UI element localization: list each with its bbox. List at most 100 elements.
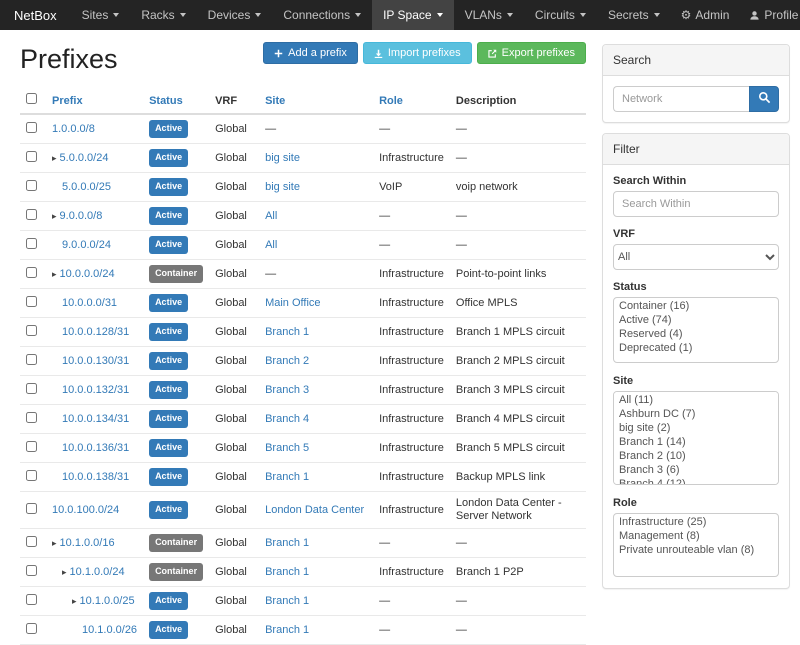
search-button[interactable]	[749, 86, 779, 112]
prefix-link[interactable]: 9.0.0.0/24	[62, 239, 111, 251]
select-all-checkbox[interactable]	[26, 93, 37, 104]
navbar-right: ⚙ Admin Profile Log out	[671, 0, 800, 30]
prefix-link[interactable]: 10.1.0.0/25	[80, 595, 135, 607]
site-link[interactable]: All	[265, 210, 277, 222]
site-link[interactable]: Branch 5	[265, 442, 309, 454]
site-link[interactable]: big site	[265, 181, 300, 193]
prefix-link[interactable]: 10.0.0.132/31	[62, 384, 129, 396]
filter-option[interactable]: Branch 3 (6)	[615, 463, 777, 477]
role-cell: Infrastructure	[373, 376, 450, 405]
row-checkbox[interactable]	[26, 325, 37, 336]
site-link[interactable]: Branch 2	[265, 355, 309, 367]
prefix-link[interactable]: 10.0.100.0/24	[52, 504, 119, 516]
column-header-site[interactable]: Site	[259, 87, 373, 114]
search-within-input[interactable]	[613, 191, 779, 217]
search-input[interactable]	[613, 86, 749, 112]
column-header-prefix[interactable]: Prefix	[46, 87, 143, 114]
site-link[interactable]: All	[265, 239, 277, 251]
column-header-status[interactable]: Status	[143, 87, 209, 114]
nav-item-connections[interactable]: Connections	[272, 0, 372, 30]
filter-option[interactable]: All (11)	[615, 393, 777, 407]
nav-item-vlans[interactable]: VLANs	[454, 0, 524, 30]
site-link[interactable]: Branch 1	[265, 326, 309, 338]
row-checkbox[interactable]	[26, 383, 37, 394]
site-link[interactable]: Branch 1	[265, 471, 309, 483]
prefix-link[interactable]: 5.0.0.0/24	[60, 152, 109, 164]
prefix-link[interactable]: 10.0.0.136/31	[62, 442, 129, 454]
row-checkbox[interactable]	[26, 441, 37, 452]
nav-item-admin[interactable]: ⚙ Admin	[671, 0, 740, 30]
site-link[interactable]: Branch 1	[265, 537, 309, 549]
prefix-link[interactable]: 5.0.0.0/25	[62, 181, 111, 193]
prefix-link[interactable]: 10.1.0.0/24	[70, 566, 125, 578]
prefix-link[interactable]: 1.0.0.0/8	[52, 123, 95, 135]
prefix-link[interactable]: 10.0.0.138/31	[62, 471, 129, 483]
filter-option[interactable]: Ashburn DC (7)	[615, 407, 777, 421]
nav-item-racks[interactable]: Racks	[130, 0, 196, 30]
filter-option[interactable]: Management (8)	[615, 529, 777, 543]
row-checkbox[interactable]	[26, 354, 37, 365]
site-link[interactable]: big site	[265, 152, 300, 164]
status-filter-select[interactable]: Container (16)Active (74)Reserved (4)Dep…	[613, 297, 779, 363]
filter-option[interactable]: Reserved (4)	[615, 327, 777, 341]
prefix-link[interactable]: 10.0.0.128/31	[62, 326, 129, 338]
row-checkbox[interactable]	[26, 412, 37, 423]
role-filter-select[interactable]: Infrastructure (25)Management (8)Private…	[613, 513, 779, 577]
prefix-link[interactable]: 10.1.0.0/26	[82, 624, 137, 636]
row-checkbox[interactable]	[26, 267, 37, 278]
row-checkbox[interactable]	[26, 594, 37, 605]
download-icon	[374, 49, 383, 58]
row-checkbox[interactable]	[26, 296, 37, 307]
vrf-filter-select[interactable]: All	[613, 244, 779, 270]
export-prefixes-button[interactable]: Export prefixes	[477, 42, 586, 64]
site-link[interactable]: Main Office	[265, 297, 320, 309]
nav-item-profile[interactable]: Profile	[739, 0, 800, 30]
status-filter-label: Status	[613, 281, 779, 293]
filter-option[interactable]: Infrastructure (25)	[615, 515, 777, 529]
nav-item-devices[interactable]: Devices	[197, 0, 273, 30]
nav-item-circuits[interactable]: Circuits	[524, 0, 597, 30]
filter-option[interactable]: Branch 2 (10)	[615, 449, 777, 463]
row-checkbox[interactable]	[26, 180, 37, 191]
filter-option[interactable]: Container (16)	[615, 299, 777, 313]
row-checkbox[interactable]	[26, 470, 37, 481]
site-link[interactable]: Branch 1	[265, 624, 309, 636]
row-checkbox[interactable]	[26, 238, 37, 249]
row-checkbox[interactable]	[26, 536, 37, 547]
import-prefixes-button[interactable]: Import prefixes	[363, 42, 472, 64]
nav-item-ip-space[interactable]: IP Space	[372, 0, 453, 30]
row-checkbox[interactable]	[26, 565, 37, 576]
filter-option[interactable]: Active (74)	[615, 313, 777, 327]
column-header-role[interactable]: Role	[373, 87, 450, 114]
site-link[interactable]: Branch 1	[265, 595, 309, 607]
prefix-link[interactable]: 10.0.0.0/24	[60, 268, 115, 280]
site-link[interactable]: Branch 3	[265, 384, 309, 396]
site-link[interactable]: Branch 4	[265, 413, 309, 425]
site-filter-select[interactable]: All (11)Ashburn DC (7)big site (2)Branch…	[613, 391, 779, 485]
filter-option[interactable]: Branch 1 (14)	[615, 435, 777, 449]
row-checkbox[interactable]	[26, 503, 37, 514]
site-link[interactable]: Branch 1	[265, 566, 309, 578]
nav-item-secrets[interactable]: Secrets	[597, 0, 671, 30]
filter-option[interactable]: big site (2)	[615, 421, 777, 435]
filter-option[interactable]: Deprecated (1)	[615, 341, 777, 355]
row-checkbox[interactable]	[26, 209, 37, 220]
row-checkbox[interactable]	[26, 623, 37, 634]
app-brand[interactable]: NetBox	[0, 0, 71, 30]
prefix-link[interactable]: 10.0.0.0/31	[62, 297, 117, 309]
row-checkbox[interactable]	[26, 122, 37, 133]
filter-option[interactable]: Branch 4 (12)	[615, 477, 777, 485]
hierarchy-arrow-icon: ▸	[52, 153, 57, 163]
site-link[interactable]: London Data Center	[265, 504, 364, 516]
prefix-link[interactable]: 10.1.0.0/16	[60, 537, 115, 549]
row-checkbox[interactable]	[26, 151, 37, 162]
hierarchy-arrow-icon: ▸	[62, 567, 67, 577]
filter-option[interactable]: Private unrouteable vlan (8)	[615, 543, 777, 557]
prefix-link[interactable]: 10.0.0.130/31	[62, 355, 129, 367]
prefix-link[interactable]: 9.0.0.0/8	[60, 210, 103, 222]
nav-item-sites[interactable]: Sites	[71, 0, 131, 30]
prefix-link[interactable]: 10.0.0.134/31	[62, 413, 129, 425]
role-cell: Infrastructure	[373, 289, 450, 318]
add-prefix-button[interactable]: Add a prefix	[263, 42, 358, 64]
chevron-down-icon	[654, 13, 660, 17]
